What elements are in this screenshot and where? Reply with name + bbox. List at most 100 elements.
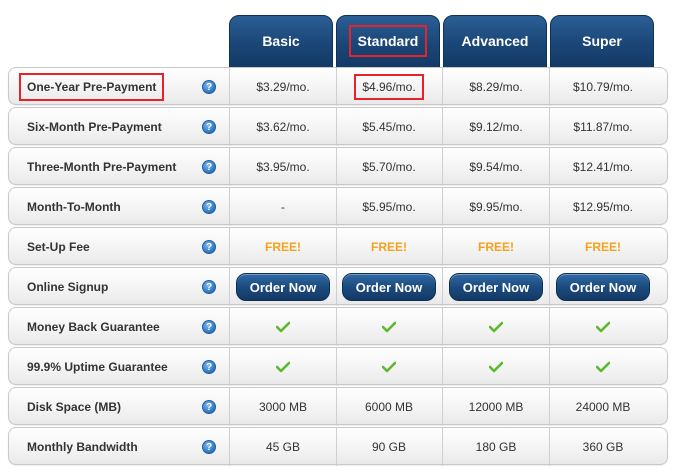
check-icon <box>382 361 396 373</box>
plan-header-advanced: Advanced <box>443 15 547 68</box>
cell-value: $5.95/mo. <box>362 200 416 214</box>
column-divider <box>229 348 230 386</box>
column-divider <box>229 268 230 306</box>
column-divider <box>549 148 550 186</box>
cell-value: 12000 MB <box>468 400 524 414</box>
price-cell: 180 GB <box>446 428 546 466</box>
cell-value: 3000 MB <box>258 400 308 414</box>
help-icon[interactable]: ? <box>202 280 216 294</box>
price-cell: $9.95/mo. <box>446 188 546 226</box>
column-divider <box>549 228 550 266</box>
feature-cell <box>233 348 333 386</box>
price-cell: $3.95/mo. <box>233 148 333 186</box>
order-now-button[interactable]: Order Now <box>449 273 543 301</box>
price-cell: 24000 MB <box>553 388 653 426</box>
column-divider <box>549 268 550 306</box>
table-row: One-Year Pre-Payment? $3.29/mo. $4.96/mo. $… <box>8 67 668 106</box>
column-divider <box>336 148 337 186</box>
setup-fee-cell: FREE! <box>446 228 546 266</box>
plan-name: Super <box>582 32 622 49</box>
order-now-button[interactable]: Order Now <box>556 273 650 301</box>
feature-cell <box>446 308 546 346</box>
price-cell: 3000 MB <box>233 388 333 426</box>
setup-fee-cell: FREE! <box>339 228 439 266</box>
price-cell: 12000 MB <box>446 388 546 426</box>
help-icon[interactable]: ? <box>202 440 216 454</box>
order-now-button[interactable]: Order Now <box>342 273 436 301</box>
help-icon[interactable]: ? <box>202 200 216 214</box>
help-icon[interactable]: ? <box>202 360 216 374</box>
column-divider <box>336 388 337 426</box>
feature-cell <box>339 308 439 346</box>
help-icon[interactable]: ? <box>202 240 216 254</box>
cell-value: $9.54/mo. <box>469 160 523 174</box>
column-divider <box>549 188 550 226</box>
cell-value: $3.29/mo. <box>256 80 310 94</box>
plan-header-super: Super <box>550 15 654 68</box>
setup-fee-cell: FREE! <box>233 228 333 266</box>
cell-value: $4.96/mo. <box>354 74 424 100</box>
price-cell: $8.29/mo. <box>446 68 546 106</box>
help-icon[interactable]: ? <box>202 400 216 414</box>
price-cell: $12.41/mo. <box>553 148 653 186</box>
column-divider <box>229 228 230 266</box>
help-icon[interactable]: ? <box>202 320 216 334</box>
column-divider <box>442 268 443 306</box>
table-row: Month-To-Month? - $5.95/mo. $9.95/mo. $12.95… <box>8 187 668 226</box>
price-cell: $12.95/mo. <box>553 188 653 226</box>
row-label-text: One-Year Pre-Payment <box>18 73 165 101</box>
cell-value: 360 GB <box>582 440 624 454</box>
price-cell: 6000 MB <box>339 388 439 426</box>
table-row: Disk Space (MB)? 3000 MB 6000 MB 12000 MB 24… <box>8 387 668 426</box>
column-divider <box>229 108 230 146</box>
cell-value: 180 GB <box>475 440 517 454</box>
row-label: One-Year Pre-Payment <box>18 68 165 106</box>
column-divider <box>336 68 337 106</box>
row-label: 99.9% Uptime Guarantee <box>27 348 168 386</box>
price-cell: 90 GB <box>339 428 439 466</box>
cell-value: $9.95/mo. <box>469 200 523 214</box>
table-row: Money Back Guarantee? <box>8 307 668 346</box>
plan-name: Advanced <box>461 32 529 49</box>
price-cell: $10.79/mo. <box>553 68 653 106</box>
cell-value: FREE! <box>371 240 407 254</box>
row-label: Set-Up Fee <box>27 228 90 266</box>
cell-value: 24000 MB <box>575 400 631 414</box>
check-icon <box>489 321 503 333</box>
column-divider <box>336 228 337 266</box>
column-divider <box>336 308 337 346</box>
column-divider <box>229 388 230 426</box>
feature-cell <box>233 308 333 346</box>
cell-value: 45 GB <box>265 440 301 454</box>
check-icon <box>596 321 610 333</box>
feature-cell <box>553 308 653 346</box>
column-divider <box>442 428 443 466</box>
column-divider <box>442 308 443 346</box>
table-row: Online Signup? Order Now Order Now Order No… <box>8 267 668 306</box>
row-label: Online Signup <box>27 268 108 306</box>
help-icon[interactable]: ? <box>202 120 216 134</box>
price-cell: $5.45/mo. <box>339 108 439 146</box>
row-label: Six-Month Pre-Payment <box>27 108 162 146</box>
column-divider <box>229 308 230 346</box>
row-label-text: Month-To-Month <box>27 200 121 214</box>
column-divider <box>229 428 230 466</box>
cell-value: FREE! <box>478 240 514 254</box>
row-label: Month-To-Month <box>27 188 121 226</box>
row-label: Monthly Bandwidth <box>27 428 138 466</box>
column-divider <box>229 188 230 226</box>
plan-header-row: Basic Standard Advanced Super <box>0 0 682 68</box>
cell-value: $12.41/mo. <box>572 160 634 174</box>
row-label-text: Six-Month Pre-Payment <box>27 120 162 134</box>
cell-value: FREE! <box>265 240 301 254</box>
order-now-button[interactable]: Order Now <box>236 273 330 301</box>
table-row: Six-Month Pre-Payment? $3.62/mo. $5.45/mo.… <box>8 107 668 146</box>
check-icon <box>276 321 290 333</box>
check-icon <box>276 361 290 373</box>
column-divider <box>336 348 337 386</box>
column-divider <box>442 228 443 266</box>
price-cell: $9.54/mo. <box>446 148 546 186</box>
help-icon[interactable]: ? <box>202 80 216 94</box>
help-icon[interactable]: ? <box>202 160 216 174</box>
feature-cell <box>339 348 439 386</box>
